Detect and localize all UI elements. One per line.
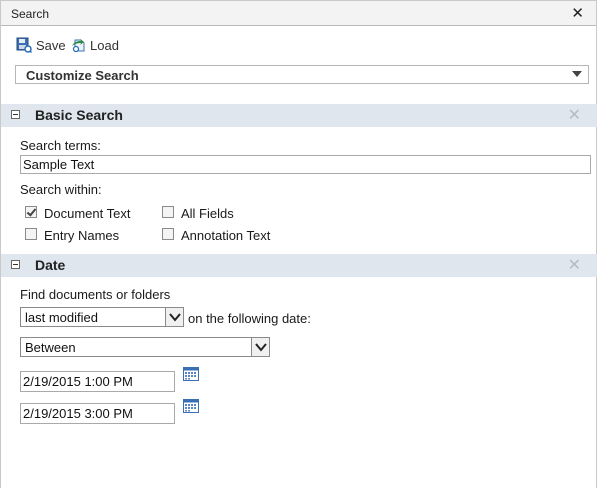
entry-names-label: Entry Names	[44, 228, 120, 243]
close-icon[interactable]: ✕	[571, 4, 584, 22]
following-date-label: on the following date:	[188, 311, 311, 326]
date-title: Date	[35, 257, 66, 273]
customize-search-dropdown[interactable]: Customize Search	[15, 65, 589, 84]
all-fields-label: All Fields	[181, 206, 234, 221]
load-button[interactable]: Load	[70, 36, 119, 54]
load-label: Load	[90, 37, 119, 53]
remove-section-icon[interactable]: ✕	[568, 105, 581, 125]
title-bar: Search ✕	[0, 0, 597, 26]
all-fields-checkbox[interactable]	[162, 206, 174, 218]
basic-search-header: Basic Search ✕	[1, 104, 597, 127]
document-text-checkbox[interactable]	[25, 206, 37, 218]
date-mode-select[interactable]: last modified	[20, 307, 184, 327]
date-range-value: Between	[25, 340, 76, 355]
dropdown-arrow-icon	[572, 71, 582, 77]
collapse-icon[interactable]	[11, 110, 20, 119]
date-header: Date ✕	[1, 254, 597, 277]
entry-names-checkbox[interactable]	[25, 228, 37, 240]
find-documents-label: Find documents or folders	[20, 287, 171, 302]
date-range-select[interactable]: Between	[20, 337, 270, 357]
save-label: Save	[36, 37, 66, 53]
customize-search-label: Customize Search	[26, 68, 139, 83]
basic-search-title: Basic Search	[35, 107, 123, 123]
annotation-text-checkbox[interactable]	[162, 228, 174, 240]
save-button[interactable]: Save	[16, 36, 66, 54]
window-title: Search	[11, 7, 50, 21]
start-date-input[interactable]: 2/19/2015 1:00 PM	[20, 371, 175, 392]
calendar-icon[interactable]	[183, 398, 200, 414]
search-terms-label: Search terms:	[20, 138, 101, 153]
chevron-down-icon	[251, 338, 269, 356]
document-text-label: Document Text	[44, 206, 131, 221]
end-date-input[interactable]: 2/19/2015 3:00 PM	[20, 403, 175, 424]
chevron-down-icon	[165, 308, 183, 326]
collapse-icon[interactable]	[11, 260, 20, 269]
search-within-label: Search within:	[20, 182, 102, 197]
calendar-icon[interactable]	[183, 366, 200, 382]
date-mode-value: last modified	[25, 310, 98, 325]
load-icon	[72, 39, 85, 53]
remove-section-icon[interactable]: ✕	[568, 255, 581, 275]
search-terms-input[interactable]: Sample Text	[20, 155, 591, 174]
annotation-text-label: Annotation Text	[181, 228, 271, 243]
save-icon	[16, 37, 32, 53]
